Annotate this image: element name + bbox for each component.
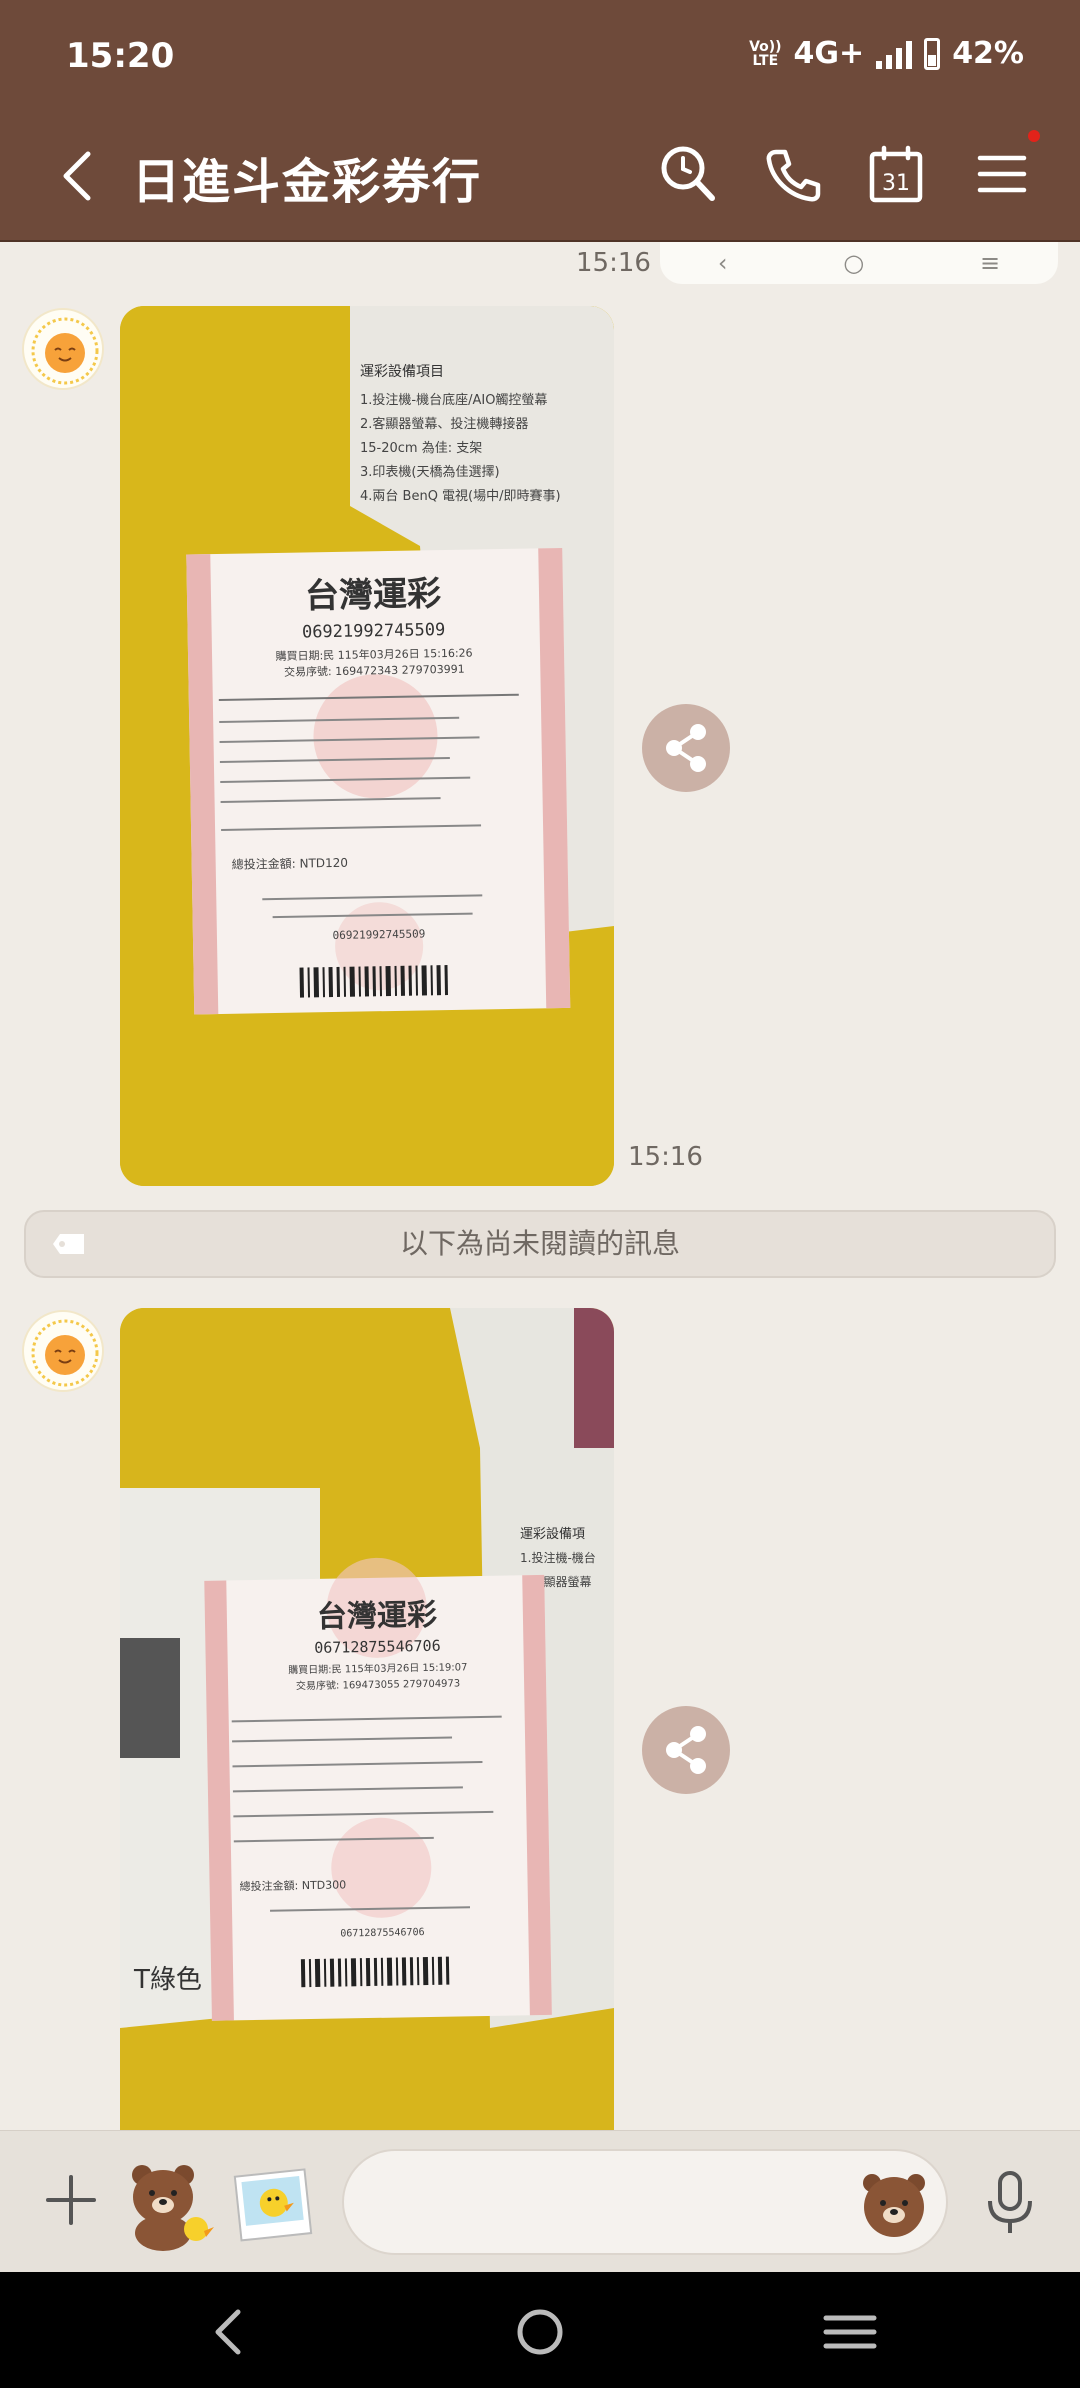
unread-divider: 以下為尚未閱讀的訊息 [24,1210,1056,1278]
share-icon [666,724,706,772]
volte-indicator: Vo)) LTE [749,38,782,69]
svg-text:06921992745509: 06921992745509 [302,620,446,642]
bear-emoji-icon [863,2174,925,2237]
battery-percent: 42% [952,36,1024,71]
system-back-button[interactable] [200,2306,260,2358]
signal-icon [876,39,913,69]
svg-text:總投注金額: NTD300: 總投注金額: NTD300 [239,1877,346,1893]
svg-text:4.兩台 BenQ 電視(場中/即時賽事): 4.兩台 BenQ 電視(場中/即時賽事) [360,488,561,504]
svg-text:總投注金額: NTD120: 總投注金額: NTD120 [232,855,349,872]
back-icon [215,2309,241,2355]
svg-text:2.客顯器螢幕、投注機轉接器: 2.客顯器螢幕、投注機轉接器 [360,416,528,432]
voice-button[interactable] [982,2167,1038,2239]
menu-button[interactable] [966,138,1038,210]
call-button[interactable] [756,138,828,210]
svg-text:31: 31 [882,171,910,196]
network-type: 4G+ [793,36,865,71]
status-indicators: Vo)) LTE 4G+ 42% [749,36,1024,71]
phone-icon [766,149,821,202]
svg-text:台灣運彩: 台灣運彩 [305,574,442,616]
plus-icon [46,2175,96,2225]
add-button[interactable] [40,2169,102,2231]
mic-icon [988,2171,1032,2233]
message-input-bar [0,2130,1080,2272]
avatar[interactable] [22,1310,104,1392]
brown-bear-sticker-icon [132,2165,214,2251]
svg-text:3.印表機(天橋為佳選擇): 3.印表機(天橋為佳選擇) [360,464,500,480]
photo-sticker-icon [233,2168,313,2242]
svg-text:T綠色: T綠色 [133,1965,202,1995]
svg-text:06712875546706: 06712875546706 [314,1637,441,1657]
mini-recents-icon: ≡ [979,249,1001,277]
message-timestamp: 15:16 [628,1142,703,1172]
mini-back-icon: ‹ [717,249,728,277]
svg-text:15-20cm 為佳: 支架: 15-20cm 為佳: 支架 [360,440,482,456]
sticker-button[interactable] [118,2153,216,2251]
photo-button[interactable] [230,2163,314,2247]
chat-title: 日進斗金彩券行 [132,154,483,210]
svg-text:06921992745509: 06921992745509 [332,927,425,942]
mini-home-icon: ○ [843,249,865,277]
share-icon [666,1726,706,1774]
calendar-icon: 31 [869,145,923,203]
svg-text:台灣運彩: 台灣運彩 [317,1598,438,1635]
back-icon [63,151,91,201]
system-home-button[interactable] [510,2306,570,2358]
chat-area[interactable]: 15:16 ‹ ○ ≡ 運彩設備項目 1.投注機-機台底座/AIO觸控螢幕 2.… [0,242,1080,2130]
menu-icon [977,155,1027,193]
tag-icon [53,1234,84,1254]
system-navigation-bar [0,2272,1080,2388]
share-button[interactable] [642,1706,730,1794]
image-message[interactable]: 運彩設備項目 1.投注機-機台底座/AIO觸控螢幕 2.客顯器螢幕、投注機轉接器… [120,306,614,1186]
svg-text:06712875546706: 06712875546706 [340,1927,424,1939]
notification-dot [1028,130,1040,142]
system-recents-button[interactable] [820,2306,880,2358]
emoji-button[interactable] [858,2167,930,2239]
battery-icon [924,37,941,70]
back-button[interactable] [50,140,110,210]
home-icon [517,2309,563,2355]
status-time: 15:20 [66,36,175,76]
previous-image-nav-strip: ‹ ○ ≡ [660,242,1058,284]
recents-icon [823,2315,877,2349]
message-timestamp: 15:16 [576,248,651,278]
svg-text:運彩設備項: 運彩設備項 [520,1526,585,1542]
sun-avatar-icon [31,317,99,385]
search-icon [661,146,715,201]
svg-text:1.投注機-機台底座/AIO觸控螢幕: 1.投注機-機台底座/AIO觸控螢幕 [360,392,547,408]
sun-avatar-icon [31,1319,99,1387]
chat-header: 日進斗金彩券行 31 [0,112,1080,242]
svg-text:運彩設備項目: 運彩設備項目 [360,364,444,380]
search-button[interactable] [652,138,724,210]
share-button[interactable] [642,704,730,792]
avatar[interactable] [22,308,104,390]
svg-text:1.投注機-機台: 1.投注機-機台 [520,1550,596,1565]
lottery-ticket-photo: 運彩設備項目 1.投注機-機台底座/AIO觸控螢幕 2.客顯器螢幕、投注機轉接器… [120,306,614,1186]
image-message[interactable]: T綠色 運彩設備項 1.投注機-機台 2.客顯器螢幕 台灣運彩 06712875… [120,1308,614,2130]
lottery-ticket-photo: T綠色 運彩設備項 1.投注機-機台 2.客顯器螢幕 台灣運彩 06712875… [120,1308,614,2130]
status-bar: 15:20 Vo)) LTE 4G+ 42% [0,0,1080,112]
calendar-button[interactable]: 31 [860,138,932,210]
